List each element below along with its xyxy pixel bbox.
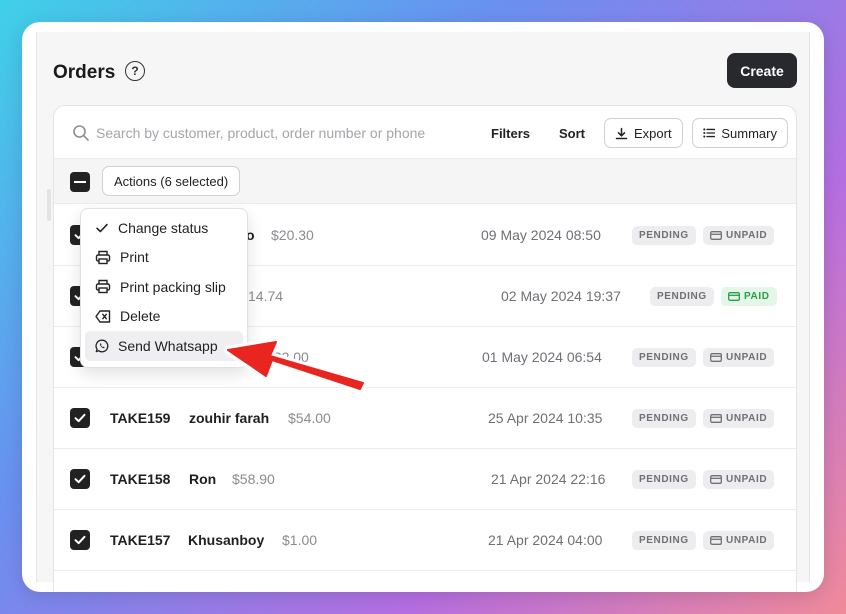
- menu-item-delete[interactable]: Delete: [85, 302, 243, 332]
- create-button[interactable]: Create: [727, 53, 797, 88]
- table-row[interactable]: TAKE158 Ron $58.90 21 Apr 2024 22:16 PEN…: [54, 449, 796, 510]
- table-row[interactable]: TAKE157 Khusanboy $1.00 21 Apr 2024 04:0…: [54, 510, 796, 571]
- status-badge: PENDING: [632, 348, 696, 367]
- order-amount: $54.00: [288, 410, 331, 426]
- order-amount: $58.90: [232, 471, 275, 487]
- order-amount: $1.00: [282, 532, 318, 548]
- printer-icon: [95, 280, 111, 294]
- customer-name: Khusanboy: [188, 532, 265, 548]
- orders-toolbar: Filters Sort Export Summary: [54, 106, 796, 159]
- menu-item-label: Change status: [118, 219, 209, 236]
- bulk-actions-bar: Actions (6 selected): [54, 159, 796, 204]
- actions-button[interactable]: Actions (6 selected): [102, 166, 241, 196]
- sidebar-handle[interactable]: [47, 189, 51, 221]
- sort-button[interactable]: Sort: [559, 118, 585, 148]
- menu-item-change-status[interactable]: Change status: [85, 213, 243, 243]
- menu-item-label: Send Whatsapp: [118, 337, 218, 354]
- help-icon[interactable]: ?: [125, 61, 145, 81]
- row-checkbox[interactable]: [70, 408, 90, 428]
- order-date: 02 May 2024 19:37: [501, 288, 621, 304]
- customer-name: zouhir farah: [189, 410, 270, 426]
- order-number: TAKE159: [110, 410, 171, 426]
- payment-badge: UNPAID: [703, 409, 775, 428]
- card-icon: [728, 292, 740, 301]
- menu-item-label: Delete: [120, 308, 161, 325]
- order-amount: 222.00: [266, 349, 309, 365]
- payment-badge-label: PAID: [744, 291, 770, 302]
- payment-badge-label: UNPAID: [726, 535, 768, 546]
- checkmark-icon: [74, 413, 86, 423]
- menu-item-print-packing-slip[interactable]: Print packing slip: [85, 272, 243, 302]
- order-date: 21 Apr 2024 22:16: [491, 471, 606, 487]
- card-icon: [710, 414, 722, 423]
- order-date: 21 Apr 2024 04:00: [488, 532, 603, 548]
- status-badge: PENDING: [632, 531, 696, 550]
- card-icon: [710, 475, 722, 484]
- order-number: TAKE157: [110, 532, 171, 548]
- payment-badge: PAID: [721, 287, 777, 306]
- download-icon: [615, 127, 628, 139]
- summary-button[interactable]: Summary: [692, 118, 788, 148]
- export-button[interactable]: Export: [604, 118, 683, 148]
- payment-badge-label: UNPAID: [726, 352, 768, 363]
- checkmark-icon: [74, 535, 86, 545]
- search-input[interactable]: [96, 122, 466, 144]
- list-icon: [703, 128, 716, 138]
- order-date: 09 May 2024 08:50: [481, 227, 601, 243]
- card-icon: [710, 353, 722, 362]
- check-icon: [96, 223, 108, 233]
- table-row[interactable]: TAKE159 zouhir farah $54.00 25 Apr 2024 …: [54, 388, 796, 449]
- menu-item-label: Print: [120, 249, 149, 266]
- payment-badge: UNPAID: [703, 348, 775, 367]
- card-icon: [710, 536, 722, 545]
- page-title: Orders: [53, 62, 116, 83]
- order-date: 25 Apr 2024 10:35: [488, 410, 603, 426]
- status-badge: PENDING: [632, 470, 696, 489]
- payment-badge: UNPAID: [703, 226, 775, 245]
- delete-icon: [95, 310, 111, 323]
- summary-label: Summary: [721, 125, 777, 141]
- status-badge: PENDING: [632, 226, 696, 245]
- export-label: Export: [634, 125, 672, 141]
- menu-item-send-whatsapp[interactable]: Send Whatsapp: [85, 331, 243, 361]
- status-badge: PENDING: [632, 409, 696, 428]
- menu-item-label: Print packing slip: [120, 278, 226, 295]
- printer-icon: [95, 250, 111, 264]
- actions-menu: Change status Print Print packing slip D…: [80, 208, 248, 368]
- order-amount: 14.74: [248, 288, 284, 304]
- card-icon: [710, 231, 722, 240]
- menu-item-print[interactable]: Print: [85, 243, 243, 273]
- order-date: 01 May 2024 06:54: [482, 349, 602, 365]
- row-checkbox[interactable]: [70, 469, 90, 489]
- select-all-checkbox[interactable]: [70, 172, 90, 192]
- status-badge: PENDING: [650, 287, 714, 306]
- filters-button[interactable]: Filters: [491, 118, 530, 148]
- order-amount: $20.30: [271, 227, 314, 243]
- customer-name: Ron: [189, 471, 217, 487]
- whatsapp-icon: [95, 339, 109, 353]
- payment-badge-label: UNPAID: [726, 413, 768, 424]
- checkmark-icon: [74, 474, 86, 484]
- payment-badge-label: UNPAID: [726, 230, 768, 241]
- payment-badge-label: UNPAID: [726, 474, 768, 485]
- order-number: TAKE158: [110, 471, 171, 487]
- payment-badge: UNPAID: [703, 470, 775, 489]
- payment-badge: UNPAID: [703, 531, 775, 550]
- row-checkbox[interactable]: [70, 530, 90, 550]
- search-icon: [73, 125, 89, 141]
